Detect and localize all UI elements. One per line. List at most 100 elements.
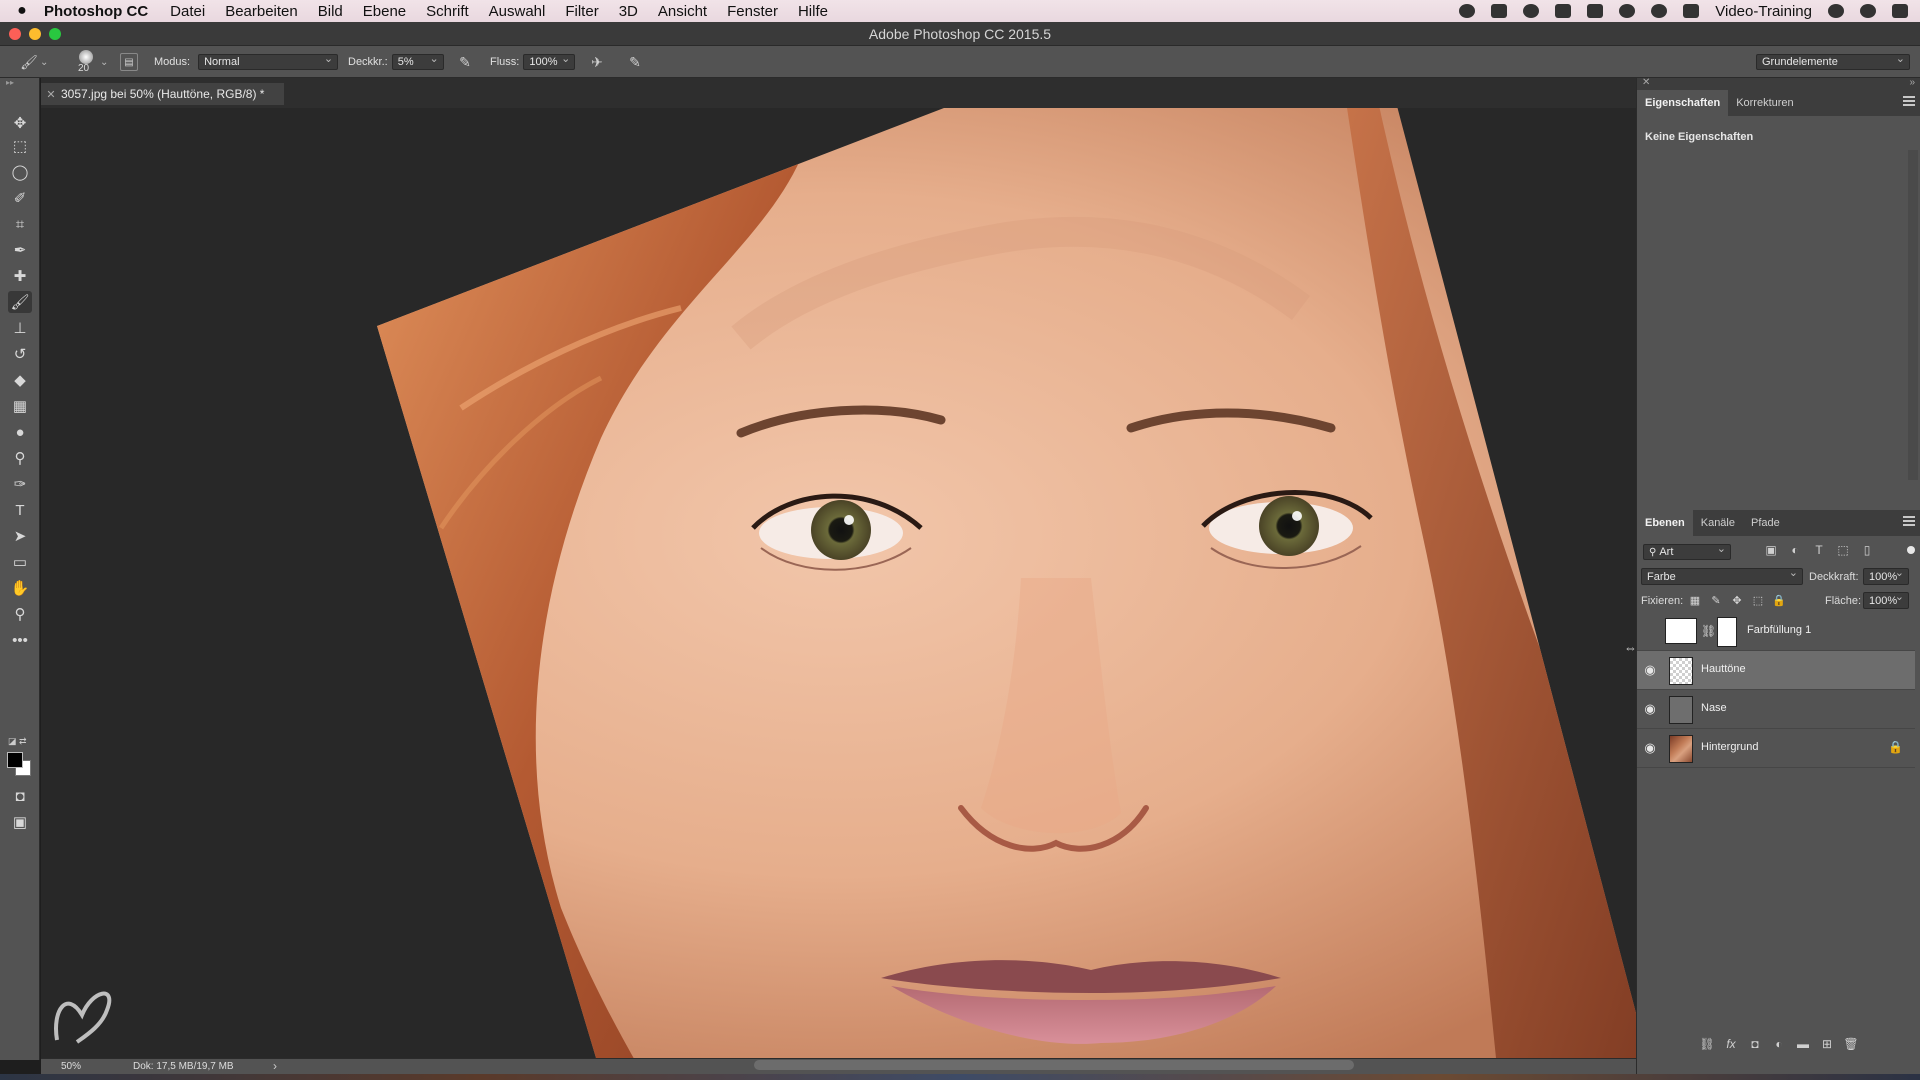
- layer-style-fx-icon[interactable]: fx: [1723, 1036, 1739, 1052]
- quick-mask-button[interactable]: ◘: [8, 785, 32, 807]
- quick-selection-tool[interactable]: ✐: [8, 187, 32, 209]
- lock-position-icon[interactable]: ✥: [1730, 593, 1744, 607]
- filter-type-icon[interactable]: T: [1811, 542, 1827, 558]
- layer-mask-thumbnail[interactable]: [1717, 617, 1737, 647]
- creative-cloud-icon[interactable]: [1523, 4, 1540, 18]
- zoom-tool[interactable]: ⚲: [8, 603, 32, 625]
- display-icon[interactable]: [1555, 4, 1572, 18]
- new-group-icon[interactable]: ▬: [1795, 1036, 1811, 1052]
- lock-all-icon[interactable]: 🔒: [1772, 593, 1786, 607]
- delete-layer-icon[interactable]: 🗑: [1843, 1036, 1859, 1052]
- layer-row-nase[interactable]: ◉ Nase: [1637, 690, 1915, 729]
- blur-tool[interactable]: ●: [8, 421, 32, 443]
- brush-size-picker[interactable]: 20 ⌄: [74, 46, 108, 78]
- bluetooth-icon[interactable]: [1619, 4, 1636, 18]
- layer-name[interactable]: Hintergrund: [1701, 741, 1758, 753]
- lasso-tool[interactable]: ◯: [8, 161, 32, 183]
- layer-thumbnail[interactable]: [1669, 735, 1693, 763]
- menu-3d[interactable]: 3D: [619, 3, 638, 20]
- document-canvas[interactable]: [41, 108, 1636, 1058]
- eye-icon[interactable]: ◉: [1641, 740, 1659, 756]
- lock-transparent-icon[interactable]: ▦: [1688, 593, 1702, 607]
- tab-eigenschaften[interactable]: Eigenschaften: [1637, 90, 1729, 116]
- clone-stamp-tool[interactable]: ⊥: [8, 317, 32, 339]
- brush-tool[interactable]: 🖌: [8, 291, 32, 313]
- link-layers-icon[interactable]: ⛓: [1699, 1036, 1715, 1052]
- more-tools-button[interactable]: •••: [8, 629, 32, 651]
- document-size[interactable]: Dok: 17,5 MB/19,7 MB: [133, 1061, 234, 1072]
- filter-shape-icon[interactable]: ⬚: [1835, 542, 1851, 558]
- spotlight-search-icon[interactable]: [1828, 4, 1844, 18]
- wifi-icon[interactable]: [1651, 4, 1668, 18]
- workspace-dropdown[interactable]: Grundelemente: [1756, 52, 1910, 70]
- crop-tool[interactable]: ⌗: [8, 213, 32, 235]
- layer-name[interactable]: Nase: [1701, 702, 1727, 714]
- rectangle-tool[interactable]: ▭: [8, 551, 32, 573]
- menubar-user[interactable]: Video-Training: [1715, 3, 1812, 20]
- lock-pixels-icon[interactable]: ✎: [1709, 593, 1723, 607]
- layer-filter-dropdown[interactable]: ⚲ Art: [1643, 542, 1731, 560]
- layer-row-farbfuellung[interactable]: ⛓ Farbfüllung 1: [1637, 612, 1915, 651]
- menu-filter[interactable]: Filter: [565, 3, 598, 20]
- flow-dropdown[interactable]: 100%: [523, 52, 576, 70]
- menu-bild[interactable]: Bild: [318, 3, 343, 20]
- status-menu-arrow-icon[interactable]: ›: [273, 1059, 277, 1073]
- zoom-level[interactable]: 50%: [61, 1061, 81, 1072]
- brush-tool-preset[interactable]: 🖌 ⌄: [20, 46, 48, 78]
- pressure-size-toggle[interactable]: ✎: [626, 46, 644, 78]
- opacity-dropdown[interactable]: 5%: [391, 52, 444, 70]
- app-icon[interactable]: [1587, 4, 1604, 18]
- layer-name[interactable]: Farbfüllung 1: [1747, 624, 1811, 636]
- adjustment-layer-icon[interactable]: ◐: [1771, 1036, 1787, 1052]
- layer-thumbnail[interactable]: [1669, 657, 1693, 685]
- layer-row-hauttoene[interactable]: ◉ Hauttöne: [1637, 651, 1915, 690]
- menu-ansicht[interactable]: Ansicht: [658, 3, 707, 20]
- pen-tool[interactable]: ✑: [8, 473, 32, 495]
- menu-fenster[interactable]: Fenster: [727, 3, 778, 20]
- filter-toggle-icon[interactable]: [1907, 546, 1915, 554]
- airbrush-toggle[interactable]: ✈: [588, 46, 606, 78]
- airplay-icon[interactable]: [1683, 4, 1700, 18]
- dodge-tool[interactable]: ⚲: [8, 447, 32, 469]
- default-colors-icon[interactable]: ◪ ⇄: [8, 736, 27, 747]
- history-brush-tool[interactable]: ↺: [8, 343, 32, 365]
- fill-layer-thumbnail[interactable]: [1665, 618, 1697, 644]
- type-tool[interactable]: T: [8, 499, 32, 521]
- eye-icon[interactable]: ◉: [1641, 701, 1659, 717]
- link-icon[interactable]: ⛓: [1701, 624, 1716, 638]
- properties-scrollbar[interactable]: [1908, 150, 1918, 480]
- notification-center-icon[interactable]: [1892, 4, 1908, 18]
- new-layer-icon[interactable]: ⊞: [1819, 1036, 1835, 1052]
- move-tool[interactable]: ✥: [8, 112, 32, 134]
- filter-pixel-icon[interactable]: ▣: [1763, 542, 1779, 558]
- menu-bearbeiten[interactable]: Bearbeiten: [225, 3, 298, 20]
- eye-icon[interactable]: ◉: [1641, 662, 1659, 678]
- eyedropper-tool[interactable]: ✒: [8, 239, 32, 261]
- layer-thumbnail[interactable]: [1669, 696, 1693, 724]
- collapse-panel-icon[interactable]: »: [1909, 77, 1915, 88]
- hand-tool[interactable]: ✋: [8, 577, 32, 599]
- add-mask-icon[interactable]: ◘: [1747, 1036, 1763, 1052]
- dropbox-icon[interactable]: [1491, 4, 1508, 18]
- menu-schrift[interactable]: Schrift: [426, 3, 469, 20]
- tab-kanaele[interactable]: Kanäle: [1693, 510, 1743, 536]
- tab-ebenen[interactable]: Ebenen: [1637, 510, 1693, 536]
- filter-adjustment-icon[interactable]: ◐: [1787, 542, 1803, 558]
- foreground-color-swatch[interactable]: [7, 752, 23, 768]
- layer-name[interactable]: Hauttöne: [1701, 663, 1746, 675]
- record-icon[interactable]: [1459, 4, 1476, 18]
- pressure-opacity-toggle[interactable]: ✎: [456, 46, 474, 78]
- fill-dropdown[interactable]: 100%: [1863, 590, 1909, 609]
- close-panel-icon[interactable]: ✕: [1642, 77, 1650, 88]
- menu-hilfe[interactable]: Hilfe: [798, 3, 828, 20]
- visibility-toggle[interactable]: [1641, 623, 1659, 639]
- tab-korrekturen[interactable]: Korrekturen: [1728, 90, 1801, 116]
- path-selection-tool[interactable]: ➤: [8, 525, 32, 547]
- layers-menu-icon[interactable]: [1903, 516, 1915, 526]
- marquee-tool[interactable]: ⬚: [8, 135, 32, 157]
- lock-artboard-icon[interactable]: ⬚: [1751, 593, 1765, 607]
- properties-menu-icon[interactable]: [1903, 96, 1915, 106]
- document-tab[interactable]: ✕ 3057.jpg bei 50% (Hauttöne, RGB/8) *: [41, 83, 284, 105]
- layer-opacity-dropdown[interactable]: 100%: [1863, 566, 1909, 585]
- blend-mode-dropdown[interactable]: Farbe: [1641, 566, 1803, 585]
